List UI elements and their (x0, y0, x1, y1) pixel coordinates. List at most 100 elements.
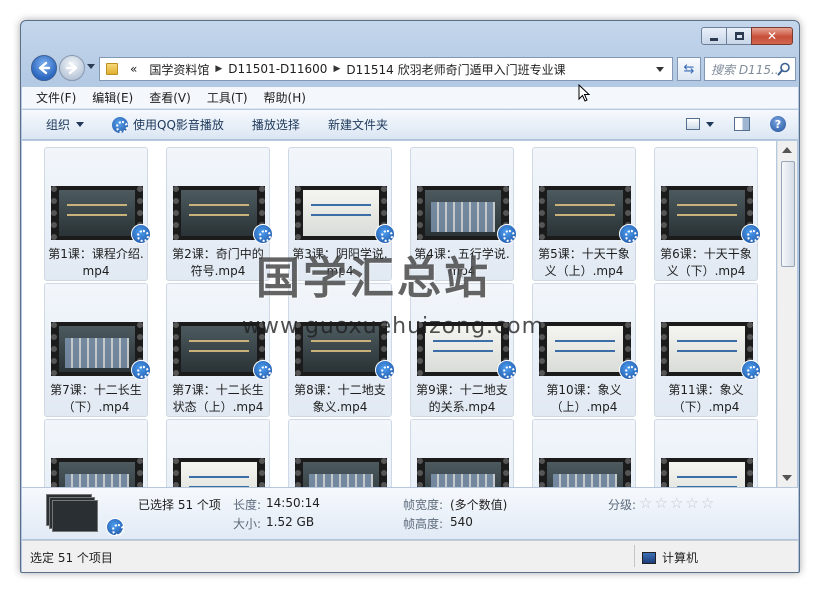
new-folder-button[interactable]: 新建文件夹 (328, 116, 388, 133)
file-tile[interactable]: 第1课：课程介绍.mp4 (44, 147, 151, 281)
minimize-icon (710, 37, 718, 41)
organize-button[interactable]: 组织 (46, 116, 85, 133)
breadcrumb-item[interactable]: D11514 欣羽老师奇门遁甲入门班专业课 (340, 61, 571, 78)
file-tile[interactable] (288, 419, 392, 487)
file-tile[interactable]: 第6课：十天干象义（下）.mp4 (654, 147, 761, 281)
slide-text-line (677, 214, 737, 216)
status-location-label: 计算机 (662, 551, 699, 565)
star-icon[interactable]: ☆ (639, 494, 652, 512)
slide-text-line (555, 350, 615, 352)
selection-count: 已选择 51 个项 (138, 498, 221, 512)
vertical-scrollbar[interactable] (777, 141, 797, 487)
address-dropdown-icon[interactable] (656, 66, 664, 72)
breadcrumb-item[interactable]: 国学资料馆 (143, 61, 215, 78)
file-tile[interactable]: 第11课：象义（下）.mp4 (654, 283, 761, 417)
breadcrumb-separator-icon[interactable]: ▶ (333, 64, 340, 74)
qq-player-icon (375, 360, 395, 380)
file-name: 第6课：十天干象义（下）.mp4 (660, 247, 752, 278)
scroll-up-icon[interactable] (782, 147, 792, 153)
slide-text-line (677, 476, 737, 478)
file-tile[interactable]: 第7课：十二长生（下）.mp4 (44, 283, 151, 417)
menu-edit[interactable]: 编辑(E) (92, 89, 133, 106)
refresh-button[interactable]: ⇆ (677, 57, 701, 81)
menu-help[interactable]: 帮助(H) (264, 89, 306, 106)
details-pane: 已选择 51 个项 长度: 14:50:14 大小: 1.52 GB 帧宽度: … (22, 487, 798, 539)
slide-preview (303, 462, 379, 487)
selection-stack-thumbnail (46, 494, 124, 536)
breadcrumb-item[interactable]: D11501-D11600 (222, 62, 333, 76)
slide-preview (547, 462, 623, 487)
search-icon[interactable] (777, 62, 791, 76)
qq-player-icon (253, 360, 273, 380)
qq-player-icon (106, 518, 124, 536)
breadcrumb-separator-icon[interactable]: ▶ (215, 64, 222, 74)
video-thumbnail (661, 186, 753, 240)
navigation-bar: « 国学资料馆 ▶ D11501-D11600 ▶ D11514 欣羽老师奇门遁… (29, 53, 796, 83)
play-with-qq-button[interactable]: 使用QQ影音播放 (112, 116, 224, 133)
address-bar[interactable]: « 国学资料馆 ▶ D11501-D11600 ▶ D11514 欣羽老师奇门遁… (99, 57, 673, 81)
help-icon[interactable]: ? (770, 116, 786, 132)
video-thumbnail (417, 458, 509, 487)
slide-text-line (67, 204, 127, 206)
video-thumbnail (295, 458, 387, 487)
file-tile[interactable]: 第2课：奇门中的符号.mp4 (166, 147, 273, 281)
recent-pages-dropdown[interactable] (87, 64, 95, 69)
star-icon[interactable]: ☆ (670, 494, 683, 512)
view-dropdown-icon[interactable] (706, 121, 714, 127)
slide-table (65, 338, 129, 368)
watermark-url: www.guoxuehuizong.com (242, 314, 545, 339)
file-tile[interactable]: 第5课：十天干象义（上）.mp4 (532, 147, 639, 281)
slide-preview (547, 190, 623, 236)
menu-view[interactable]: 查看(V) (149, 89, 191, 106)
slide-text-line (311, 214, 371, 216)
star-icon[interactable]: ☆ (701, 494, 714, 512)
slide-text-line (189, 340, 249, 342)
file-tile[interactable]: 第10课：象义（上）.mp4 (532, 283, 639, 417)
change-view-icon[interactable] (686, 118, 700, 130)
qq-player-icon (741, 224, 761, 244)
file-name: 第10课：象义（上）.mp4 (546, 383, 622, 414)
video-thumbnail (173, 458, 265, 487)
file-tile[interactable] (166, 419, 270, 487)
qq-player-icon (497, 224, 517, 244)
slide-text-line (189, 214, 249, 216)
star-icon[interactable]: ☆ (654, 494, 667, 512)
menu-tools[interactable]: 工具(T) (207, 89, 248, 106)
slide-text-line (433, 340, 493, 342)
rating-label: 分级: (608, 498, 637, 512)
rating-stars[interactable]: ☆ ☆ ☆ ☆ ☆ (639, 494, 716, 512)
minimize-button[interactable] (701, 27, 727, 45)
file-tile[interactable] (44, 419, 148, 487)
file-name: 第7课：十二长生（下）.mp4 (50, 383, 142, 414)
star-icon[interactable]: ☆ (685, 494, 698, 512)
qq-player-icon (375, 224, 395, 244)
video-thumbnail (539, 322, 631, 376)
slide-text-line (311, 204, 371, 206)
file-tile[interactable] (410, 419, 514, 487)
close-icon: ✕ (766, 29, 778, 43)
computer-icon (642, 551, 656, 564)
back-button[interactable] (31, 55, 57, 81)
close-button[interactable]: ✕ (751, 27, 793, 45)
maximize-button[interactable] (726, 27, 752, 45)
preview-pane-icon[interactable] (734, 117, 750, 131)
search-input[interactable]: 搜索 D115... (704, 57, 796, 81)
refresh-icon: ⇆ (683, 61, 695, 77)
status-divider (634, 545, 635, 567)
file-tile[interactable] (532, 419, 636, 487)
play-selection-button[interactable]: 播放选择 (252, 116, 300, 133)
scroll-down-icon[interactable] (782, 475, 792, 481)
file-name: 第9课：十二地支的关系.mp4 (416, 383, 508, 414)
breadcrumb-overflow[interactable]: « (124, 62, 143, 76)
file-tile[interactable]: 第7课：十二长生状态（上）.mp4 (166, 283, 273, 417)
file-tile[interactable] (654, 419, 758, 487)
video-thumbnail (51, 186, 143, 240)
qq-player-icon (253, 224, 273, 244)
command-bar: 组织 使用QQ影音播放 播放选择 新建文件夹 ? (22, 110, 798, 140)
length-value: 14:50:14 (266, 496, 320, 510)
qq-player-icon (741, 360, 761, 380)
chevron-down-icon (76, 122, 85, 127)
menu-file[interactable]: 文件(F) (36, 89, 76, 106)
forward-button[interactable] (59, 55, 85, 81)
scrollbar-thumb[interactable] (781, 161, 795, 267)
